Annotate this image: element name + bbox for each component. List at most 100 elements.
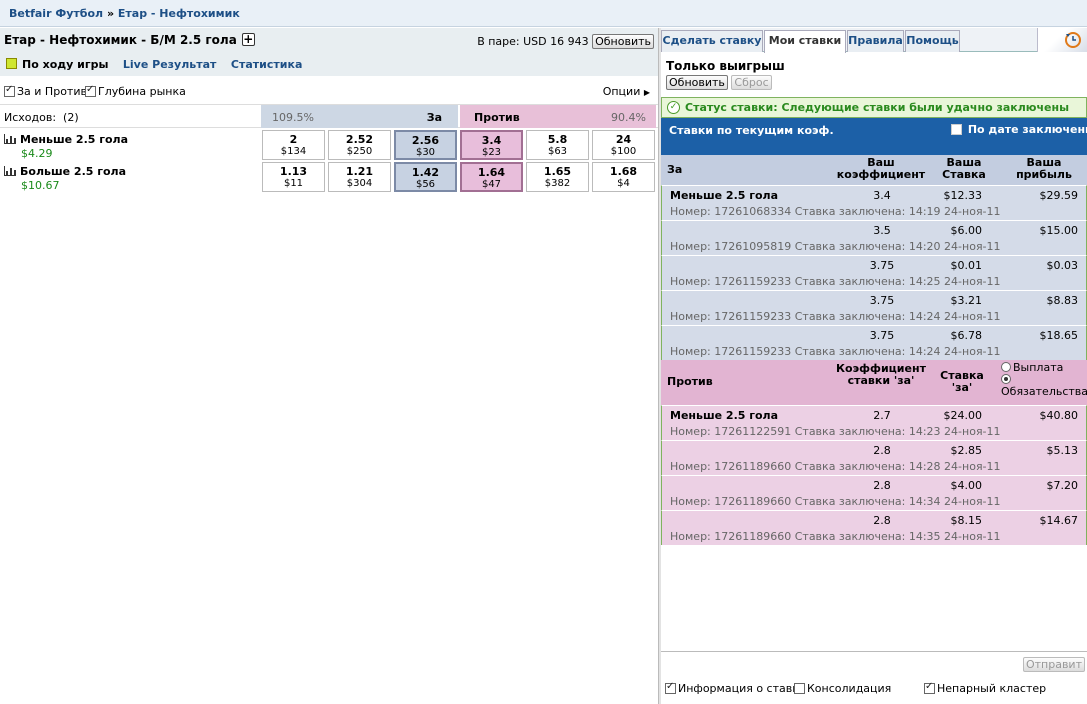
market-options: За и Против Глубина рынка Опции ▶ xyxy=(0,80,658,102)
unmatched-cluster-option[interactable]: Непарный кластер xyxy=(924,681,1046,695)
bet-values: 3.75 $0.01 $0.03 xyxy=(662,256,1087,273)
bet-runner: Меньше 2.5 гола xyxy=(670,189,779,202)
back-price-cell[interactable]: 2.52 $250 xyxy=(328,130,391,160)
back-col-odds: Ваш коэффициент xyxy=(836,156,926,181)
lay-col-odds: Коэффициент ставки 'за' xyxy=(836,362,926,387)
unmatched-cluster-checkbox[interactable] xyxy=(924,681,935,694)
reset-button[interactable]: Сброс xyxy=(731,75,772,90)
liability-option[interactable]: Обязательства xyxy=(999,374,1087,398)
backlay-label: За и Против xyxy=(17,85,87,98)
refresh-bets-button[interactable]: Обновить xyxy=(666,75,728,90)
consolidation-option[interactable]: Консолидация xyxy=(794,682,891,695)
bet-stake: $12.33 xyxy=(943,189,983,202)
back-price-cell[interactable]: 1.42 $56 xyxy=(394,162,457,192)
runner-row: Меньше 2.5 гола $4.29 2 $134 2.52 $250 2.56 $30… xyxy=(0,128,658,160)
by-date-checkbox[interactable] xyxy=(951,124,962,135)
consolidation-checkbox[interactable] xyxy=(794,683,805,694)
runner-name-wrap: Больше 2.5 гола xyxy=(4,165,126,178)
lay-price-cell[interactable]: 1.65 $382 xyxy=(526,162,589,192)
bet-info-checkbox[interactable] xyxy=(665,681,676,694)
options-label: Опции xyxy=(602,85,641,98)
lay-price-cell[interactable]: 24 $100 xyxy=(592,130,655,160)
bet-row: 3.75 $0.01 $0.03 Номер: 17261159233 Ставка … xyxy=(661,255,1087,290)
bet-values: 2.8 $8.15 $14.67 xyxy=(662,511,1087,528)
market-title-wrap: Етар - Нефтохимик - Б/М 2.5 гола + xyxy=(4,33,255,47)
bet-odds: 2.8 xyxy=(873,479,891,492)
price-size: $30 xyxy=(415,147,436,158)
lay-price-cell[interactable]: 3.4 $23 xyxy=(460,130,523,160)
statistics-link[interactable]: Статистика xyxy=(231,58,302,71)
bet-values: 2.8 $2.85 $5.13 xyxy=(662,441,1087,458)
bet-runner: Меньше 2.5 гола xyxy=(670,409,779,422)
back-price-cell[interactable]: 2.56 $30 xyxy=(394,130,457,160)
breadcrumb-sport[interactable]: Betfair Футбол xyxy=(9,7,103,20)
add-market-icon[interactable]: + xyxy=(241,33,255,46)
lay-price-cell[interactable]: 1.64 $47 xyxy=(460,162,523,192)
lay-price-cell[interactable]: 1.68 $4 xyxy=(592,162,655,192)
payout-label: Выплата xyxy=(1013,361,1064,374)
refresh-logo-icon[interactable] xyxy=(1037,28,1087,52)
payout-radio[interactable] xyxy=(1001,362,1011,372)
price-odds: 1.68 xyxy=(609,165,638,178)
market-header: Етар - Нефтохимик - Б/М 2.5 гола + В паре… xyxy=(0,28,658,76)
refresh-bank-button[interactable]: Обновить xyxy=(592,34,654,49)
live-result-link[interactable]: Live Результат xyxy=(123,58,217,71)
back-header: 109.5% За xyxy=(261,105,458,128)
price-size: $250 xyxy=(346,146,373,157)
bet-profit: $40.80 xyxy=(1039,409,1079,422)
price-odds: 5.8 xyxy=(547,133,568,146)
price-size: $4 xyxy=(617,178,630,189)
bet-values: Меньше 2.5 гола 3.4 $12.33 $29.59 xyxy=(662,186,1087,203)
lay-price-cell[interactable]: 5.8 $63 xyxy=(526,130,589,160)
depth-checkbox[interactable] xyxy=(85,84,96,97)
payout-option[interactable]: Выплата xyxy=(999,362,1087,374)
backlay-option[interactable]: За и Против xyxy=(4,84,87,98)
liability-radio[interactable] xyxy=(1001,374,1011,384)
payout-radio-group: Выплата Обязательства xyxy=(999,362,1087,398)
depth-option[interactable]: Глубина рынка xyxy=(85,84,186,98)
bet-odds: 3.75 xyxy=(869,329,895,342)
runner-name[interactable]: Меньше 2.5 гола xyxy=(20,133,128,146)
chart-icon[interactable] xyxy=(4,166,16,176)
bet-reference: Номер: 17261159233 Ставка заключена: 14:… xyxy=(670,345,1001,358)
tab-place-bet[interactable]: Сделать ставку xyxy=(661,30,763,52)
by-date-label: По дате заключения xyxy=(967,123,1087,136)
bet-stake: $24.00 xyxy=(943,409,983,422)
back-section-header: За Ваш коэффициент Ваша Ставка Ваша приб… xyxy=(661,155,1087,185)
price-odds: 3.4 xyxy=(481,134,502,147)
tab-help[interactable]: Помощь xyxy=(905,30,960,52)
bet-values: 3.5 $6.00 $15.00 xyxy=(662,221,1087,238)
breadcrumb-event[interactable]: Етар - Нефтохимик xyxy=(118,7,240,20)
price-size: $47 xyxy=(481,179,502,190)
back-col-profit: Ваша прибыль xyxy=(1016,156,1072,181)
bet-values: 2.8 $4.00 $7.20 xyxy=(662,476,1087,493)
bet-reference: Номер: 17261189660 Ставка заключена: 14:… xyxy=(670,530,1001,543)
depth-label: Глубина рынка xyxy=(98,85,186,98)
only-winnings-title: Только выигрыш xyxy=(666,59,785,73)
price-size: $304 xyxy=(346,178,373,189)
back-price-cell[interactable]: 1.13 $11 xyxy=(262,162,325,192)
bet-row: 3.75 $3.21 $8.83 Номер: 17261159233 Ставка … xyxy=(661,290,1087,325)
by-odds-label: Ставки по текущим коэф. xyxy=(669,124,834,137)
chart-icon[interactable] xyxy=(4,134,16,144)
bet-stake: $6.78 xyxy=(950,329,983,342)
runner-name[interactable]: Больше 2.5 гола xyxy=(20,165,126,178)
back-price-cell[interactable]: 2 $134 xyxy=(262,130,325,160)
bet-row: Меньше 2.5 гола 3.4 $12.33 $29.59 Номер: 172… xyxy=(661,185,1087,220)
liability-label: Обязательства xyxy=(1001,385,1087,398)
lay-percent: 90.4% xyxy=(611,111,646,124)
price-odds: 2.52 xyxy=(345,133,374,146)
backlay-checkbox[interactable] xyxy=(4,84,15,97)
tab-rules[interactable]: Правила xyxy=(847,30,904,52)
by-date-option[interactable]: По дате заключения xyxy=(951,123,1087,136)
bank-info: В паре: USD 16 943 Обновить xyxy=(477,34,654,49)
bet-info-option[interactable]: Информация о ставке xyxy=(665,681,806,695)
tab-my-bets[interactable]: Мои ставки xyxy=(764,30,846,53)
price-size: $134 xyxy=(280,146,307,157)
bet-reference: Номер: 17261189660 Ставка заключена: 14:… xyxy=(670,460,1001,473)
bet-row: 2.8 $4.00 $7.20 Номер: 17261189660 Ставка з… xyxy=(661,475,1087,510)
send-button[interactable]: Отправит xyxy=(1022,657,1085,672)
market-panel: Етар - Нефтохимик - Б/М 2.5 гола + В паре… xyxy=(0,28,658,704)
back-price-cell[interactable]: 1.21 $304 xyxy=(328,162,391,192)
options-menu[interactable]: Опции ▶ xyxy=(603,85,650,98)
